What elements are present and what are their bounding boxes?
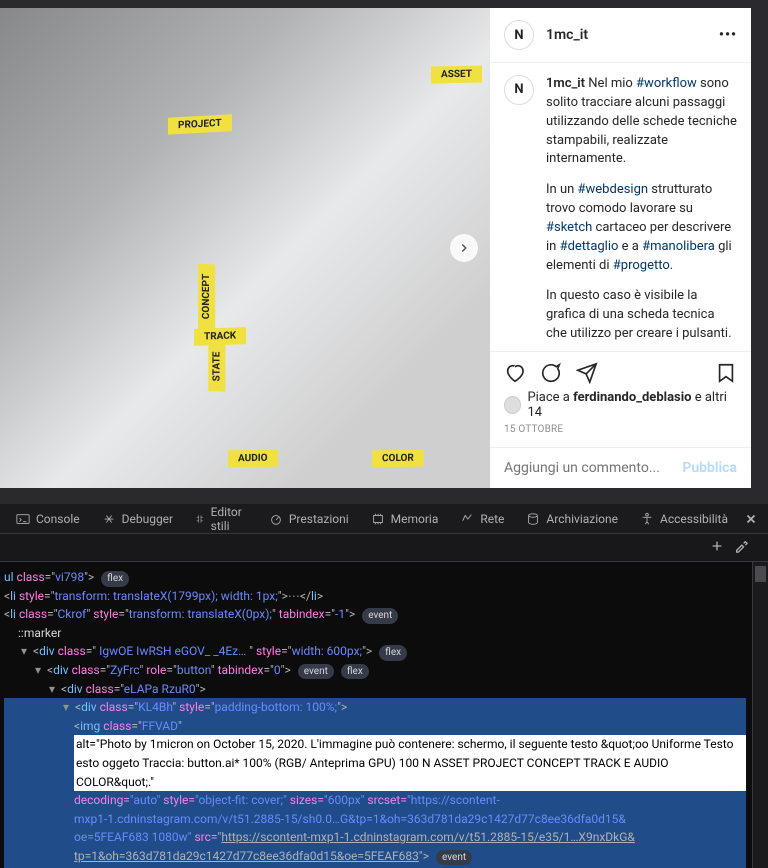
tab-performance[interactable]: Prestazioni <box>259 504 359 533</box>
hashtag-link[interactable]: #workflow <box>636 76 697 91</box>
author-username[interactable]: 1mc_it <box>546 27 588 43</box>
a11y-icon <box>640 512 654 526</box>
post-header: N 1mc_it ••• <box>490 8 751 63</box>
tab-console[interactable]: Console <box>6 504 90 533</box>
inspector-markup-view[interactable]: ul class="vi798"> flex <li style="transf… <box>0 562 750 868</box>
eyedropper-icon <box>734 539 748 553</box>
photo-label-concept: CONCEPT <box>198 264 215 330</box>
comment-input[interactable] <box>504 460 682 476</box>
storage-icon <box>526 512 540 526</box>
more-options-button[interactable]: ••• <box>719 27 737 43</box>
tab-close[interactable] <box>740 504 762 533</box>
add-rule-button[interactable] <box>710 539 724 556</box>
share-icon[interactable] <box>576 362 598 384</box>
actions-bar: Piace a ferdinando_deblasio e altri 14 1… <box>490 351 751 447</box>
post-sidebar: N 1mc_it ••• N 1mc_it Nel mio #workflow … <box>490 8 751 488</box>
tab-accessibility[interactable]: Accessibilità <box>630 504 738 533</box>
style-icon <box>195 512 205 526</box>
memory-icon <box>371 512 385 526</box>
devtools-subtoolbar <box>0 534 768 562</box>
hashtag-link[interactable]: #sketch <box>546 220 592 235</box>
tab-style-editor[interactable]: Editor stili <box>185 504 257 533</box>
instagram-post-panel: ASSET PROJECT CONCEPT TRACK STATE AUDIO … <box>0 0 768 504</box>
tab-network[interactable]: Rete <box>450 504 514 533</box>
post-date: 15 OTTOBRE <box>504 422 737 441</box>
hashtag-link[interactable]: #webdesign <box>578 182 649 197</box>
avatar-letter: N <box>514 81 523 100</box>
post-photo: ASSET PROJECT CONCEPT TRACK STATE AUDIO … <box>0 8 490 488</box>
photo-label-state: STATE <box>208 341 225 391</box>
publish-button[interactable]: Pubblica <box>682 460 737 476</box>
chevron-right-icon <box>457 241 471 255</box>
devtools-panel: Console Debugger Editor stili Prestazion… <box>0 504 768 868</box>
caption-username[interactable]: 1mc_it <box>546 76 585 91</box>
avatar-letter: N <box>514 28 523 43</box>
hashtag-link[interactable]: #manolibera <box>642 239 715 254</box>
caption-avatar[interactable]: N <box>504 75 534 105</box>
debugger-icon <box>102 512 116 526</box>
vertical-scrollbar[interactable] <box>752 562 768 868</box>
devtools-tabs: Console Debugger Editor stili Prestazion… <box>0 504 768 534</box>
action-row <box>504 358 737 388</box>
comment-row: Pubblica <box>490 447 751 488</box>
post-image-area: ASSET PROJECT CONCEPT TRACK STATE AUDIO … <box>0 8 490 488</box>
hashtag-link[interactable]: #dettaglio <box>560 239 619 254</box>
scrollbar-thumb[interactable] <box>755 566 766 582</box>
tab-debugger[interactable]: Debugger <box>92 504 184 533</box>
liker-avatar <box>504 396 521 414</box>
like-icon[interactable] <box>504 362 526 384</box>
photo-label-color: COLOR <box>372 450 424 468</box>
plus-icon <box>710 539 724 553</box>
caption-text: 1mc_it Nel mio #workflow sono solito tra… <box>546 75 737 339</box>
network-icon <box>460 512 474 526</box>
caption-block: N 1mc_it Nel mio #workflow sono solito t… <box>490 63 751 351</box>
comment-icon[interactable] <box>540 362 562 384</box>
close-icon <box>744 512 758 526</box>
likes-line[interactable]: Piace a ferdinando_deblasio e altri 14 <box>504 388 737 422</box>
author-avatar[interactable]: N <box>504 20 534 50</box>
hashtag-link[interactable]: #progetto <box>613 258 670 273</box>
carousel-next-button[interactable] <box>450 234 478 262</box>
tab-memory[interactable]: Memoria <box>361 504 449 533</box>
save-icon[interactable] <box>715 362 737 384</box>
photo-label-asset: ASSET <box>431 66 482 84</box>
console-icon <box>16 512 30 526</box>
tab-storage[interactable]: Archiviazione <box>516 504 628 533</box>
photo-label-project: PROJECT <box>168 114 232 134</box>
perf-icon <box>269 512 283 526</box>
eyedropper-button[interactable] <box>734 539 748 556</box>
photo-label-audio: AUDIO <box>228 450 278 468</box>
